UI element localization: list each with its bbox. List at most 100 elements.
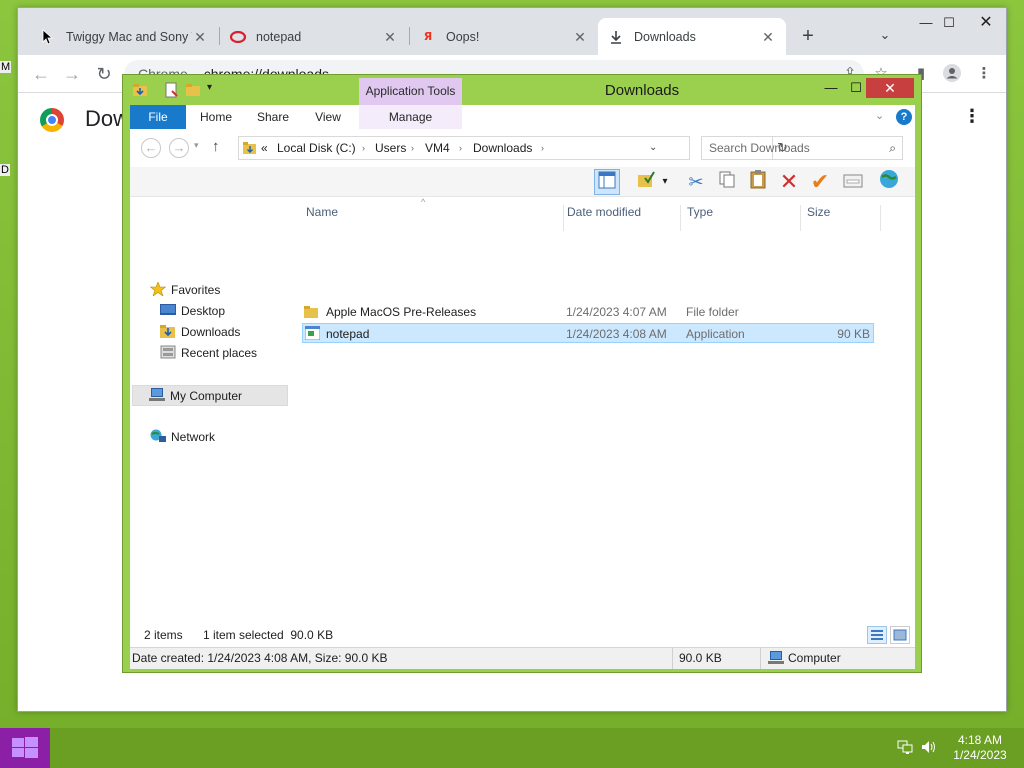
chevron-right-icon[interactable]: › [362, 137, 365, 159]
column-type[interactable]: Type [681, 205, 801, 231]
column-name[interactable]: Name [300, 205, 564, 231]
command-bar: ▾ ✂ ✕ ✔ [130, 167, 915, 197]
globe-icon[interactable] [876, 169, 902, 195]
file-list: ^ Name Date modified Type Size Apple Mac… [300, 197, 915, 623]
cursor-icon [40, 28, 56, 45]
file-name: Apple MacOS Pre-Releases [326, 305, 477, 319]
tab-oops[interactable]: Я Oops! ✕ [410, 18, 598, 55]
search-icon: ⌕ [889, 141, 896, 155]
preview-pane-icon[interactable] [594, 169, 620, 195]
tab-downloads[interactable]: Downloads ✕ [598, 18, 786, 55]
nav-label: Network [171, 430, 216, 444]
forward-button[interactable]: → [61, 63, 83, 85]
cut-icon[interactable]: ✂ [683, 169, 709, 195]
nav-desktop[interactable]: Desktop [160, 301, 225, 322]
opera-icon [230, 29, 246, 45]
tab-title: Downloads [634, 29, 696, 44]
chevron-right-icon[interactable]: › [541, 137, 544, 159]
breadcrumb[interactable]: « Local Disk (C:) › Users › VM4 › Downlo… [238, 136, 788, 160]
recent-locations-icon[interactable]: ▾ [194, 140, 199, 151]
paste-icon[interactable] [745, 169, 771, 195]
close-button[interactable]: ✕ [866, 78, 914, 98]
desktop-icon [160, 303, 176, 317]
taskbar: 4:18 AM 1/24/2023 [0, 728, 1024, 768]
rename-check-icon[interactable]: ✔ [807, 169, 833, 195]
file-size: 90 KB [837, 327, 870, 341]
chevron-down-icon[interactable]: ▾ [658, 169, 672, 195]
nav-network[interactable]: Network [150, 427, 215, 448]
nav-label: My Computer [170, 389, 243, 403]
nav-label: Desktop [181, 304, 226, 318]
size-info: 90.0 KB [679, 651, 722, 665]
nav-favorites[interactable]: Favorites [149, 280, 221, 301]
reload-button[interactable]: ↻ [93, 63, 115, 85]
chevron-right-icon[interactable]: › [411, 137, 414, 159]
menu-icon[interactable]: ⋮ [974, 64, 994, 84]
clock[interactable]: 4:18 AM 1/24/2023 [950, 733, 1010, 763]
delete-icon[interactable]: ✕ [776, 169, 802, 195]
nav-label: Favorites [171, 283, 221, 297]
large-icons-view-icon[interactable] [890, 626, 910, 644]
tab-search-button[interactable]: ⌄ [875, 25, 895, 45]
close-button[interactable]: ✕ [971, 12, 1001, 34]
title-bar[interactable]: ▾ Application Tools Downloads — ☐ ✕ [123, 75, 921, 105]
tab-share[interactable]: Share [251, 105, 295, 129]
new-tab-button[interactable]: + [797, 25, 819, 47]
column-date-modified[interactable]: Date modified [561, 205, 681, 231]
up-arrow-icon[interactable]: ↑ [212, 138, 220, 155]
column-size[interactable]: Size [801, 205, 881, 231]
profile-icon[interactable] [942, 64, 962, 84]
tab-title: notepad [256, 29, 302, 44]
chevron-down-icon[interactable]: ⌄ [875, 109, 884, 122]
address-dropdown-icon[interactable]: ⌄ [649, 137, 657, 159]
tab-notepad[interactable]: notepad ✕ [220, 18, 408, 55]
maximize-button[interactable]: ☐ [934, 12, 964, 34]
yandex-icon: Я [423, 30, 433, 43]
details-view-icon[interactable] [867, 626, 887, 644]
selection-info: 1 item selected 90.0 KB [203, 628, 334, 642]
file-row-notepad[interactable]: notepad 1/24/2023 4:08 AM Application 90… [302, 323, 874, 343]
breadcrumb-downloads[interactable]: Downloads [473, 137, 532, 159]
back-button[interactable]: ← [30, 63, 52, 85]
star-icon [149, 281, 167, 297]
chevron-right-icon[interactable]: › [459, 137, 462, 159]
chrome-logo-icon [40, 108, 64, 132]
clock-date: 1/24/2023 [953, 748, 1007, 762]
search-input[interactable]: Search Downloads ⌕ [701, 136, 903, 160]
file-type: File folder [686, 305, 739, 319]
close-icon[interactable]: ✕ [760, 29, 776, 45]
tab-home[interactable]: Home [194, 105, 238, 129]
computer-icon [768, 651, 784, 672]
tab-manage[interactable]: Manage [359, 105, 462, 129]
help-icon[interactable]: ? [896, 109, 912, 125]
select-folder-icon[interactable] [634, 169, 660, 195]
nav-recent-places[interactable]: Recent places [160, 343, 257, 364]
tab-twiggy[interactable]: Twiggy Mac and Sony T ✕ [30, 18, 218, 55]
ribbon-tabs: File Home Share View Manage ⌄ ? [130, 105, 915, 129]
breadcrumb-vm4[interactable]: VM4 [425, 137, 450, 159]
network-tray-icon[interactable] [897, 740, 913, 756]
breadcrumb-local-disk[interactable]: Local Disk (C:) [277, 137, 356, 159]
properties-dialog-icon[interactable] [840, 169, 866, 195]
nav-my-computer[interactable]: My Computer [132, 385, 288, 406]
close-icon[interactable]: ✕ [572, 29, 588, 45]
details-bar: Date created: 1/24/2023 4:08 AM, Size: 9… [130, 647, 915, 669]
more-actions-icon[interactable]: ⋮ [963, 106, 981, 127]
breadcrumb-overflow[interactable]: « [261, 137, 268, 159]
nav-downloads[interactable]: Downloads [160, 322, 240, 343]
start-button[interactable] [0, 728, 50, 768]
copy-icon[interactable] [714, 169, 740, 195]
forward-button[interactable]: → [169, 138, 189, 158]
volume-icon[interactable] [921, 740, 937, 756]
file-row-apple-macos[interactable]: Apple MacOS Pre-Releases 1/24/2023 4:07 … [302, 302, 874, 322]
nav-label: Recent places [181, 346, 258, 360]
tab-file[interactable]: File [130, 105, 186, 129]
close-icon[interactable]: ✕ [382, 29, 398, 45]
minimize-button[interactable]: — [820, 78, 842, 98]
breadcrumb-users[interactable]: Users [375, 137, 406, 159]
address-row: ← → ▾ ↑ « Local Disk (C:) › Users › VM4 … [130, 129, 915, 167]
back-button[interactable]: ← [141, 138, 161, 158]
maximize-button[interactable]: ☐ [845, 78, 867, 98]
tab-view[interactable]: View [308, 105, 348, 129]
close-icon[interactable]: ✕ [192, 29, 208, 45]
